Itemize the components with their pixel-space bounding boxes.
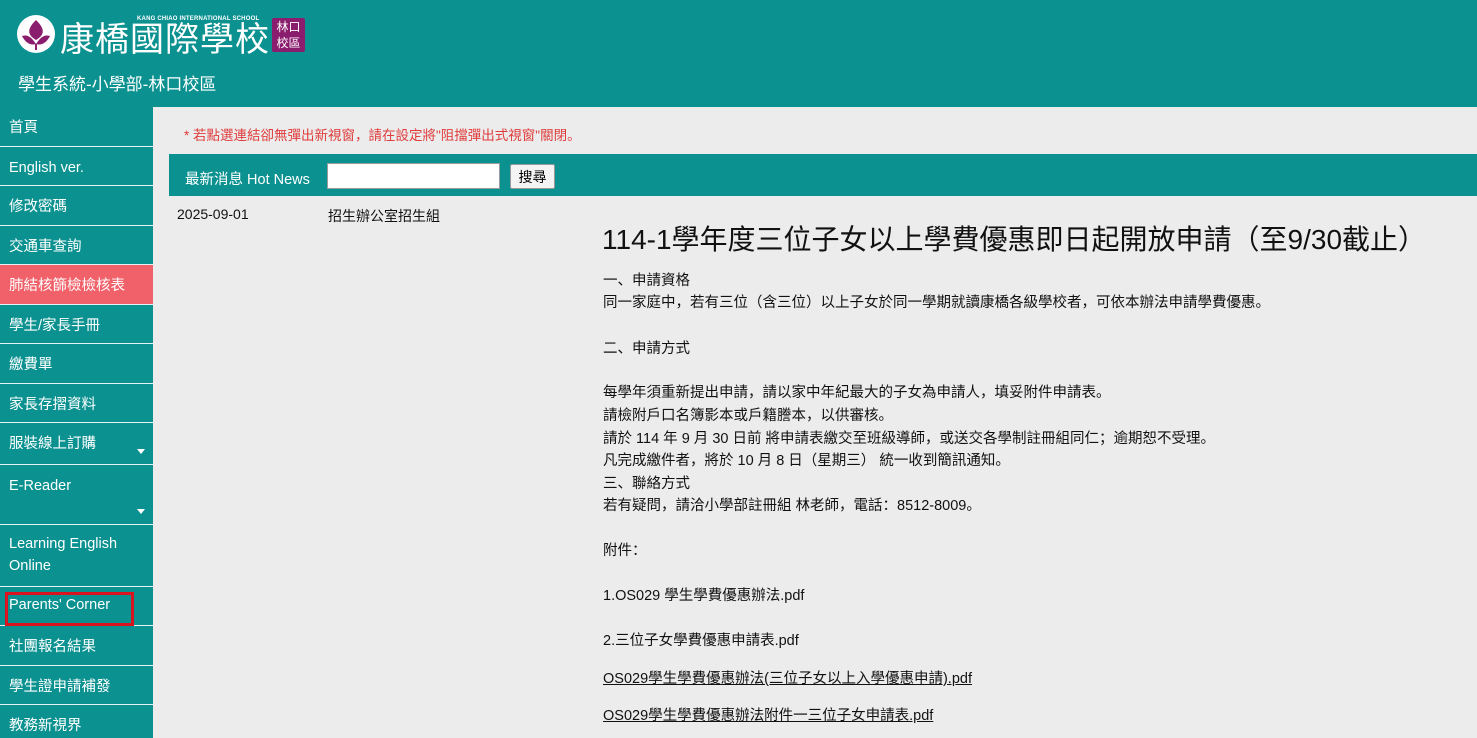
sidebar-item-learning-english[interactable]: Learning English Online	[0, 525, 153, 587]
attachment-item: 2.三位子女學費優惠申請表.pdf	[603, 633, 799, 649]
article-line: 三、聯絡方式	[603, 476, 690, 492]
article-line: 請檢附戶口名簿影本或戶籍謄本，以供審核。	[603, 408, 893, 424]
sidebar-item-bank-info[interactable]: 家長存摺資料	[0, 384, 153, 423]
sidebar-item-label-line2: Online	[9, 558, 51, 574]
sidebar-item-label: 社團報名結果	[9, 639, 96, 655]
chevron-down-icon	[137, 449, 145, 454]
sidebar-item-english[interactable]: English ver.	[0, 147, 153, 186]
news-search-bar: 最新消息 Hot News 搜尋	[169, 154, 1477, 196]
search-input[interactable]	[327, 163, 500, 189]
article-line: 二、申請方式	[603, 341, 690, 357]
article-line: 每學年須重新提出申請，請以家中年紀最大的子女為申請人，填妥附件申請表。	[603, 385, 1111, 401]
sidebar-item-bus-query[interactable]: 交通車查詢	[0, 226, 153, 265]
sidebar-item-label: 肺結核篩檢檢核表	[9, 278, 125, 294]
school-emblem-icon	[17, 15, 55, 53]
article-line: 請於 114 年 9 月 30 日前 將申請表繳交至班級導師，或送交各學制註冊組…	[603, 431, 1216, 447]
sidebar-item-club-results[interactable]: 社團報名結果	[0, 626, 153, 666]
article-line: 若有疑問，請洽小學部註冊組 林老師，電話：8512-8009。	[603, 498, 981, 514]
attachment-item: 1.OS029 學生學費優惠辦法.pdf	[603, 588, 805, 604]
sidebar-item-change-password[interactable]: 修改密碼	[0, 186, 153, 226]
sidebar-item-label: E-Reader	[9, 478, 72, 494]
sidebar-item-payment-slip[interactable]: 繳費單	[0, 344, 153, 384]
sidebar-item-label: English ver.	[9, 160, 84, 176]
sidebar-item-label: 繳費單	[9, 357, 53, 373]
sidebar-item-ereader[interactable]: E-Reader	[0, 465, 153, 525]
sidebar-item-uniform-order[interactable]: 服裝線上訂購	[0, 423, 153, 465]
highlight-box	[5, 592, 134, 626]
school-logo-english: KANG CHIAO INTERNATIONAL SCHOOL	[137, 16, 260, 22]
sidebar-item-label: 交通車查詢	[9, 239, 82, 255]
campus-badge-line2: 校區	[276, 36, 301, 50]
sidebar-item-student-id-reissue[interactable]: 學生證申請補發	[0, 666, 153, 705]
sidebar-item-home[interactable]: 首頁	[0, 107, 153, 147]
chevron-down-icon	[137, 509, 145, 514]
search-button[interactable]: 搜尋	[510, 164, 555, 189]
campus-badge-line1: 林口	[276, 20, 301, 34]
sidebar-item-label: 家長存摺資料	[9, 397, 96, 413]
system-title: 學生系統-小學部-林口校區	[18, 75, 217, 94]
sidebar-item-label: 教務新視界	[9, 718, 82, 734]
sidebar-item-label: Learning English Online	[9, 533, 117, 577]
popup-notice: * 若點選連結卻無彈出新視窗，請在設定將"阻擋彈出式視窗"關閉。	[184, 128, 581, 143]
sidebar-item-label: 修改密碼	[9, 199, 67, 215]
sidebar-nav: 首頁 English ver. 修改密碼 交通車查詢 肺結核篩檢檢核表 學生/家…	[0, 107, 153, 738]
sidebar-item-label: 首頁	[9, 120, 38, 136]
attachment-link[interactable]: OS029學生學費優惠辦法附件一三位子女申請表.pdf	[603, 704, 933, 725]
sidebar-item-handbook[interactable]: 學生/家長手冊	[0, 305, 153, 344]
news-department: 招生辦公室招生組	[328, 208, 440, 224]
sidebar-item-label: 學生證申請補發	[9, 679, 111, 695]
article-line: 同一家庭中，若有三位（含三位）以上子女於同一學期就讀康橋各級學校者，可依本辦法申…	[603, 295, 1270, 311]
attachments-heading: 附件：	[603, 543, 647, 559]
attachment-link[interactable]: OS029學生學費優惠辦法(三位子女以上入學優惠申請).pdf	[603, 667, 972, 688]
site-header: 康橋國際學校 KANG CHIAO INTERNATIONAL SCHOOL 林…	[0, 0, 1477, 107]
sidebar-item-label: 服裝線上訂購	[9, 436, 96, 452]
sidebar-item-tb-screening[interactable]: 肺結核篩檢檢核表	[0, 265, 153, 305]
article-title: 114-1學年度三位子女以上學費優惠即日起開放申請（至9/30截止）	[602, 224, 1427, 255]
news-label: 最新消息 Hot News	[185, 172, 310, 188]
news-date: 2025-09-01	[177, 206, 249, 222]
article-line: 凡完成繳件者，將於 10 月 8 日（星期三） 統一收到簡訊通知。	[603, 453, 1010, 469]
sidebar-item-label: 學生/家長手冊	[9, 318, 101, 334]
campus-badge: 林口 校區	[272, 18, 305, 52]
sidebar-item-label-line1: Learning English	[9, 536, 118, 552]
sidebar-item-academic-vision[interactable]: 教務新視界	[0, 705, 153, 738]
article-line: 一、申請資格	[603, 273, 690, 289]
